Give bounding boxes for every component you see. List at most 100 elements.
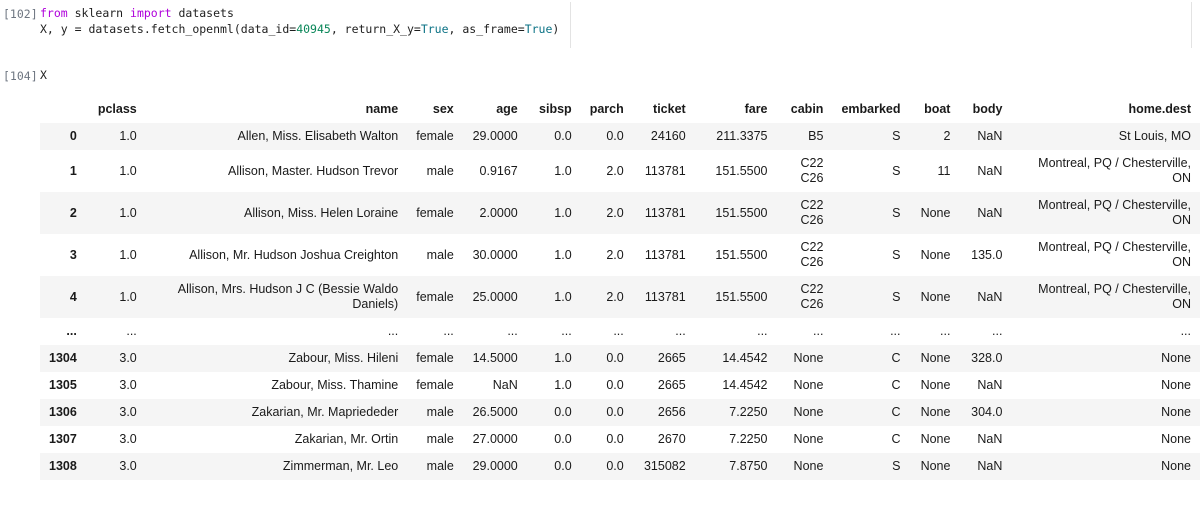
row-index: 3 bbox=[69, 247, 77, 262]
dataframe-table: pclass name sex age sibsp parch ticket fare cabi… bbox=[40, 96, 1200, 480]
code-token-kw: from bbox=[40, 6, 75, 20]
cell-name: Allison, Master. Hudson Trevor bbox=[228, 163, 399, 178]
code-editor-102[interactable]: from sklearn import datasets X, y = datas… bbox=[40, 5, 559, 37]
cell-name: Zabour, Miss. Hileni bbox=[288, 351, 399, 365]
cell-age: 30.0000 bbox=[472, 247, 518, 262]
cell-fare: 7.8750 bbox=[729, 459, 768, 473]
cell-home-dest: None bbox=[1161, 378, 1191, 392]
cell-age: 25.0000 bbox=[472, 289, 518, 304]
column-header-age: age bbox=[496, 102, 518, 116]
cell-home-dest: St Louis, MO bbox=[1118, 129, 1191, 143]
code-cell-102: [102] from sklearn import datasets X, y =… bbox=[0, 5, 1200, 37]
table-row: 0 1.0 Allen, Miss. Elisabeth Walton female 2… bbox=[40, 123, 1200, 150]
cell-embarked: C bbox=[891, 405, 901, 419]
cell-editor-border bbox=[570, 2, 571, 48]
table-row: 1306 3.0 Zakarian, Mr. Mapriededer male 26.5… bbox=[40, 399, 1200, 426]
cell-boat: None bbox=[920, 289, 951, 304]
cell-embarked: C bbox=[891, 378, 901, 392]
row-index: 1307 bbox=[49, 432, 77, 446]
cell-pclass: 3.0 bbox=[119, 351, 137, 365]
code-token-plain: sklearn bbox=[74, 6, 131, 20]
row-index: 4 bbox=[69, 289, 77, 304]
cell-cabin: None bbox=[793, 405, 824, 419]
cell-parch: 0.0 bbox=[606, 351, 624, 365]
code-cell-104: [104] X bbox=[0, 67, 1200, 85]
cell-boat: None bbox=[920, 247, 951, 262]
cell-name: Zakarian, Mr. Mapriededer bbox=[251, 405, 399, 419]
cell-pclass: 1.0 bbox=[119, 205, 137, 220]
cell-fare: 151.5500 bbox=[715, 289, 768, 304]
cell-cabin: C22 C26 bbox=[800, 240, 824, 269]
code-editor-104[interactable]: X bbox=[40, 67, 47, 83]
cell-home-dest: Montreal, PQ / Chesterville, ON bbox=[1038, 240, 1191, 269]
cell-sex: male bbox=[426, 163, 454, 178]
cell-embarked: S bbox=[892, 163, 901, 178]
column-header-home-dest: home.dest bbox=[1128, 102, 1191, 116]
cell-home-dest: None bbox=[1161, 432, 1191, 446]
cell-sex: female bbox=[416, 351, 454, 365]
cell-pclass: 1.0 bbox=[119, 129, 137, 143]
cell-body: NaN bbox=[977, 378, 1003, 392]
cell-sex: male bbox=[426, 459, 454, 473]
cell-cabin: C22 C26 bbox=[800, 282, 824, 311]
cell-cabin: ... bbox=[813, 324, 824, 338]
cell-age: 14.5000 bbox=[472, 351, 518, 365]
notebook: [102] from sklearn import datasets X, y =… bbox=[0, 0, 1200, 480]
cell-cabin: None bbox=[793, 459, 824, 473]
cell-ticket: 113781 bbox=[644, 205, 686, 220]
cell-boat: None bbox=[920, 405, 951, 419]
cell-pclass: 1.0 bbox=[119, 163, 137, 178]
column-header-fare: fare bbox=[744, 102, 768, 116]
cell-ticket: 113781 bbox=[644, 289, 686, 304]
column-header-pclass: pclass bbox=[97, 102, 137, 116]
cell-gutter: [104] bbox=[0, 67, 40, 85]
cell-name: Zakarian, Mr. Ortin bbox=[294, 432, 399, 446]
row-index: 1306 bbox=[49, 405, 77, 419]
table-row: 4 1.0 Allison, Mrs. Hudson J C (Bessie Wal… bbox=[40, 276, 1200, 318]
code-line: X bbox=[40, 67, 47, 83]
cell-name: ... bbox=[387, 324, 399, 338]
cell-home-dest: Montreal, PQ / Chesterville, ON bbox=[1038, 156, 1191, 185]
code-line: from sklearn import datasets bbox=[40, 5, 559, 21]
cell-sex: female bbox=[416, 378, 454, 392]
cell-name: Zabour, Miss. Thamine bbox=[271, 378, 399, 392]
cell-parch: ... bbox=[613, 324, 624, 338]
column-header-name: name bbox=[365, 102, 399, 116]
cell-sex: male bbox=[426, 247, 454, 262]
cell-home-dest: None bbox=[1161, 405, 1191, 419]
cell-embarked: S bbox=[892, 205, 901, 220]
cell-body: 304.0 bbox=[971, 405, 1003, 419]
cell-embarked: S bbox=[892, 247, 901, 262]
cell-sibsp: 0.0 bbox=[554, 459, 572, 473]
table-row: 3 1.0 Allison, Mr. Hudson Joshua Creighton… bbox=[40, 234, 1200, 276]
cell-body: 328.0 bbox=[971, 351, 1003, 365]
cell-embarked: C bbox=[891, 351, 901, 365]
cell-name: Allison, Mrs. Hudson J C (Bessie Waldo D… bbox=[177, 282, 399, 311]
cell-parch: 2.0 bbox=[606, 205, 624, 220]
code-token-kw: import bbox=[130, 6, 179, 20]
cell-cabin: B5 bbox=[808, 129, 824, 143]
cell-embarked: S bbox=[892, 289, 901, 304]
cell-home-dest: Montreal, PQ / Chesterville, ON bbox=[1038, 282, 1191, 311]
cell-sibsp: 0.0 bbox=[554, 405, 572, 419]
cell-boat: None bbox=[920, 459, 951, 473]
cell-parch: 0.0 bbox=[606, 405, 624, 419]
cell-pclass: 3.0 bbox=[119, 459, 137, 473]
cell-pclass: 1.0 bbox=[119, 247, 137, 262]
cell-fare: 14.4542 bbox=[722, 351, 768, 365]
row-index: ... bbox=[66, 324, 77, 338]
cell-sibsp: 1.0 bbox=[554, 351, 572, 365]
cell-age: 27.0000 bbox=[472, 432, 518, 446]
cell-body: NaN bbox=[977, 129, 1003, 143]
row-index: 1 bbox=[69, 163, 77, 178]
column-header-index bbox=[40, 96, 86, 123]
code-token-plain: , as_frame= bbox=[448, 22, 525, 36]
code-token-plain: X bbox=[40, 68, 47, 82]
cell-age: 29.0000 bbox=[472, 129, 518, 143]
cell-output-area: pclass name sex age sibsp parch ticket fare cabi… bbox=[40, 96, 1200, 480]
cell-body: NaN bbox=[977, 459, 1003, 473]
cell-cabin: C22 C26 bbox=[800, 198, 824, 227]
cell-fare: 211.3375 bbox=[716, 129, 768, 143]
cell-right-border bbox=[1191, 2, 1192, 48]
cell-name: Allen, Miss. Elisabeth Walton bbox=[237, 129, 399, 143]
